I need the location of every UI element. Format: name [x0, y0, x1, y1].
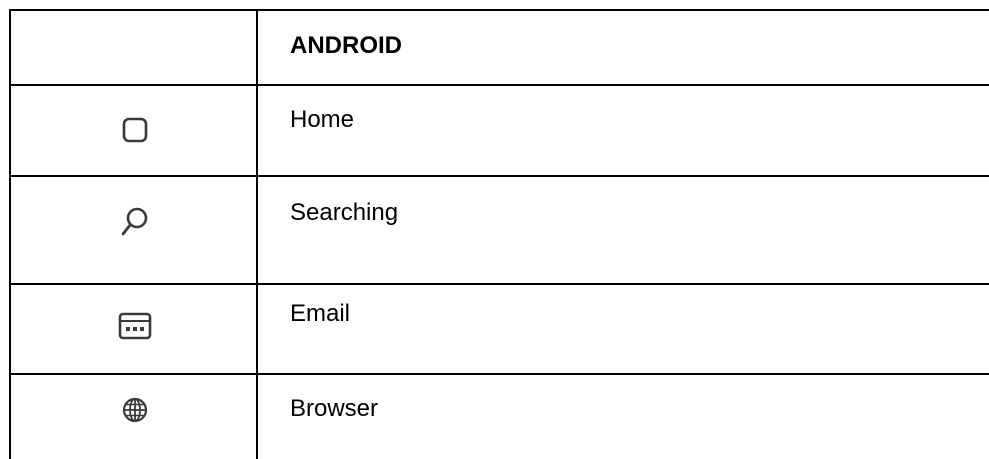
home-square-icon: [11, 114, 258, 146]
table-row: Searching: [9, 177, 989, 283]
search-icon: [11, 203, 258, 243]
row-label: Home: [290, 106, 355, 133]
keyboard-icon: [11, 311, 258, 341]
table-row: Email: [9, 285, 989, 373]
row-label: Email: [290, 300, 351, 327]
row-label: Searching: [290, 199, 399, 226]
table-row: Browser: [9, 375, 989, 459]
row-label: Browser: [290, 395, 379, 422]
android-table: ANDROID Home Searching Email Browser: [0, 0, 989, 459]
globe-icon: [11, 395, 258, 425]
header-icon-cell: [11, 11, 258, 84]
table-row: Home: [9, 86, 989, 175]
header-label: ANDROID: [290, 32, 402, 59]
table-header-row: ANDROID: [9, 11, 989, 84]
